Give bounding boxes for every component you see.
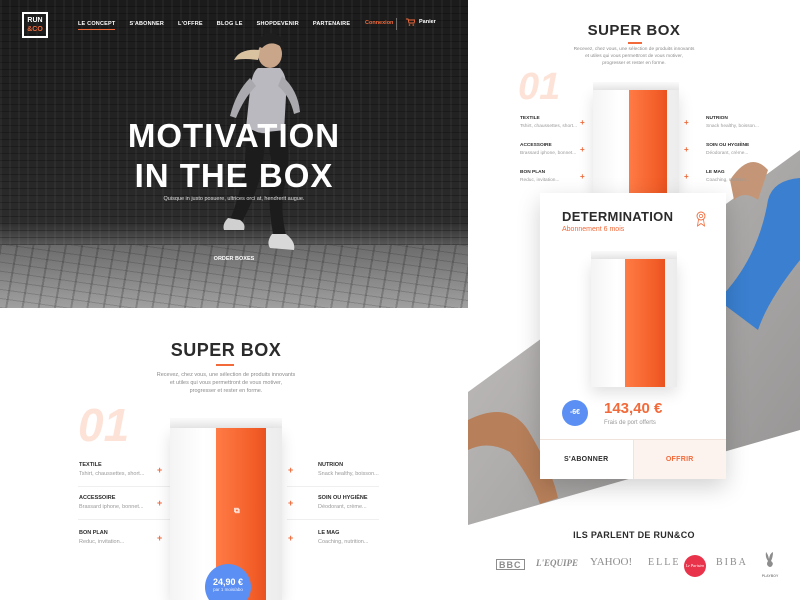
feature-desc: Snack healthy, boisson... <box>706 124 759 129</box>
press-title: ILS PARLENT DE RUN&CO <box>573 530 695 540</box>
nav-item-subscribe[interactable]: S'ABONNER <box>129 21 164 30</box>
feature-nutrion: NUTRION Snack healthy, boisson... <box>706 116 798 129</box>
feature-title: LE MAG <box>706 170 725 175</box>
feature-desc: Déodorant, crème... <box>706 151 749 156</box>
step-number: 01 <box>78 399 130 451</box>
plus-icon[interactable]: + <box>288 498 293 508</box>
product-box-image <box>593 82 679 194</box>
feature-soin: SOIN OU HYGIÈNE Déodorant, crème... <box>318 495 410 510</box>
brand-logo[interactable]: RUN &CO <box>22 12 48 38</box>
plus-icon[interactable]: + <box>288 465 293 475</box>
hero-title-line1: MOTIVATION <box>127 117 341 154</box>
card-title: DETERMINATION <box>562 209 674 224</box>
feature-le-mag: LE MAG Coaching, nutrition... <box>318 530 410 545</box>
description-line: progresser et rester en forme. <box>189 387 263 394</box>
feature-soin: SOIN OU HYGIÈNE Déodorant, crème... <box>706 143 798 156</box>
nav-divider <box>396 18 397 30</box>
discount-badge: -6€ <box>562 400 588 426</box>
press-logo-lequipe[interactable]: L'EQUIPE <box>536 558 578 568</box>
plus-icon[interactable]: + <box>157 465 162 475</box>
description-line: et utiles qui vous permettront de vous m… <box>169 379 283 386</box>
hero-subtitle: Quisque in justo posuere, ultrices orci … <box>163 196 305 202</box>
feature-divider <box>78 519 170 520</box>
feature-title: SOIN OU HYGIÈNE <box>318 495 368 501</box>
card-actions: S'ABONNER OFFRIR <box>540 439 726 479</box>
superbox-description: Recevez, chez vous, une sélection de pro… <box>0 372 452 396</box>
card-subtitle: Abonnement 6 mois <box>562 226 625 233</box>
plus-icon[interactable]: + <box>288 533 293 543</box>
feature-title: NUTRION <box>318 462 344 468</box>
nav-item-concept[interactable]: LE CONCEPT <box>78 21 116 30</box>
card-price: 143,40 € <box>604 400 663 417</box>
subscribe-button[interactable]: S'ABONNER <box>540 440 634 479</box>
price-value: 24,90 € <box>212 577 244 587</box>
press-logo-playboy[interactable]: PLAYBOY <box>760 551 780 581</box>
feature-desc: Snack healthy, boisson... <box>318 471 379 477</box>
description-line: Recevez, chez vous, une sélection de pro… <box>573 47 695 52</box>
plus-icon[interactable]: + <box>684 145 689 154</box>
step-number: 01 <box>518 66 561 108</box>
hero-title-line2: IN THE BOX <box>134 157 334 194</box>
superbox-description: Recevez, chez vous, une sélection de pro… <box>468 47 800 68</box>
feature-title: NUTRION <box>706 116 728 121</box>
feature-divider <box>287 486 379 487</box>
press-logo-leparisien[interactable]: Le Parisien <box>684 555 706 577</box>
nav-item-offer[interactable]: L'OFFRE <box>178 21 203 30</box>
feature-le-mag: LE MAG Coaching, nutrition... <box>706 170 798 183</box>
plus-icon[interactable]: + <box>684 118 689 127</box>
main-nav: LE CONCEPT S'ABONNER L'OFFRE BLOG LE SHO… <box>78 21 350 30</box>
nav-item-partner[interactable]: PARTENAIRE <box>313 21 350 30</box>
feature-title: LE MAG <box>318 530 340 536</box>
plus-icon[interactable]: + <box>684 172 689 181</box>
title-accent-rule <box>216 364 234 366</box>
description-line: Recevez, chez vous, une sélection de pro… <box>156 372 296 378</box>
subscription-card: DETERMINATION Abonnement 6 mois -6€ 143,… <box>540 193 726 479</box>
feature-divider <box>287 519 379 520</box>
feature-desc: Déodorant, crème... <box>318 504 367 510</box>
gift-button[interactable]: OFFRIR <box>633 440 726 479</box>
product-box-image <box>591 251 677 387</box>
plus-icon[interactable]: + <box>580 172 585 181</box>
press-logo-elle[interactable]: ELLE <box>648 557 680 568</box>
cart-label: Panier <box>419 19 436 25</box>
shipping-note: Frais de port offerts <box>604 420 656 426</box>
cart-icon <box>406 18 415 26</box>
hero-section: RUN &CO LE CONCEPT S'ABONNER L'OFFRE BLO… <box>0 0 468 308</box>
cart-button[interactable]: Panier <box>406 18 436 26</box>
plus-icon[interactable]: + <box>157 533 162 543</box>
nav-item-shop[interactable]: SHOPDEVENIR <box>257 21 299 30</box>
order-boxes-button[interactable]: ORDER BOXES <box>0 256 468 262</box>
feature-desc: Coaching, nutrition... <box>318 539 369 545</box>
bunny-icon <box>765 552 773 567</box>
feature-desc: Coaching, nutrition... <box>706 178 750 183</box>
award-ribbon-icon <box>696 211 706 227</box>
title-accent-rule <box>628 42 642 44</box>
plus-icon[interactable]: + <box>580 118 585 127</box>
press-logo-yahoo[interactable]: YAHOO! <box>590 556 632 568</box>
price-note: par 1 mois/abo <box>213 587 243 592</box>
logo-text-top: RUN <box>27 17 43 24</box>
description-line: et utiles qui vous permettront de vous m… <box>585 53 683 59</box>
feature-title: SOIN OU HYGIÈNE <box>706 143 750 148</box>
nav-item-blog[interactable]: BLOG LE <box>217 21 243 30</box>
superbox-title: SUPER BOX <box>587 22 681 39</box>
plus-icon[interactable]: + <box>580 145 585 154</box>
feature-nutrion: NUTRION Snack healthy, boisson... <box>318 462 410 477</box>
logo-text-bottom: &CO <box>27 26 43 33</box>
box-emblem-icon: ⧉ <box>234 506 240 515</box>
plus-icon[interactable]: + <box>157 498 162 508</box>
login-link[interactable]: Connexion <box>365 20 393 26</box>
playboy-label: PLAYBOY <box>761 574 779 578</box>
press-logo-bbc[interactable]: BBC <box>496 559 525 570</box>
feature-divider <box>78 486 170 487</box>
press-logo-biba[interactable]: BIBA <box>716 557 748 568</box>
superbox-title: SUPER BOX <box>170 340 282 360</box>
